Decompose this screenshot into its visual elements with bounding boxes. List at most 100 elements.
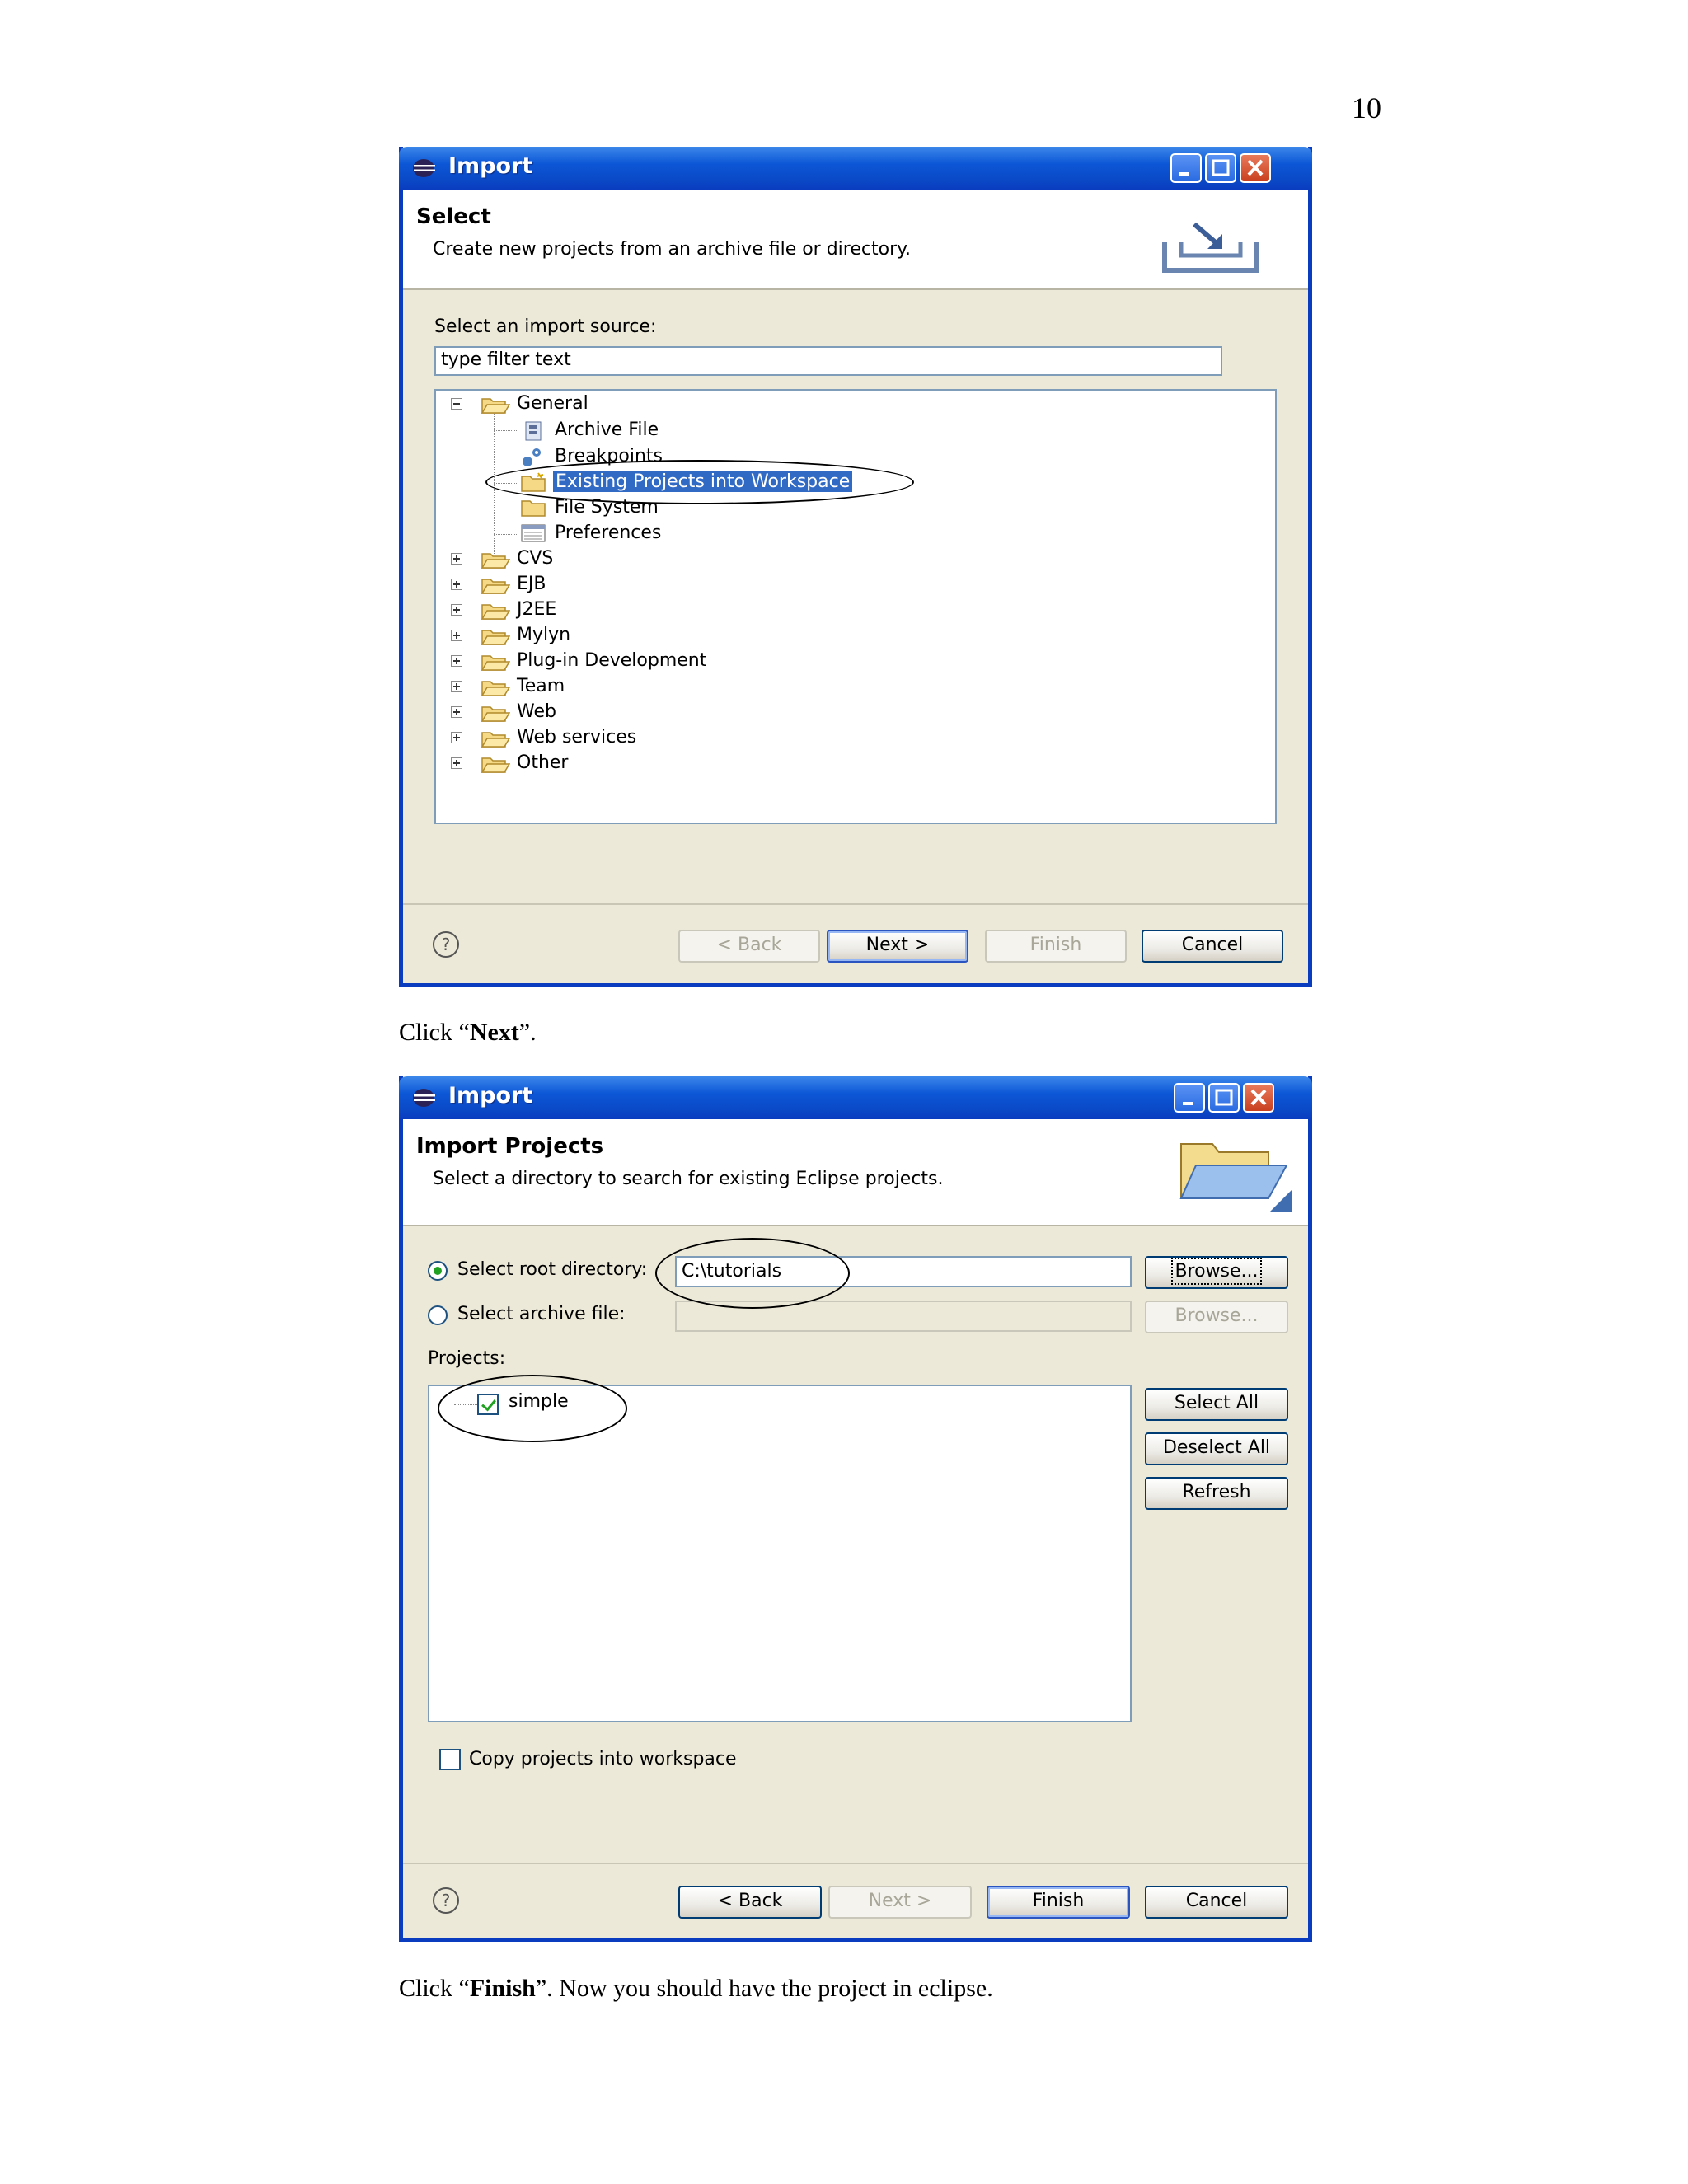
expand-icon[interactable]: [451, 706, 462, 718]
tree-item-label: Archive File: [555, 419, 659, 440]
window-title: Import: [448, 153, 533, 179]
root-directory-label: Select root directory:: [457, 1259, 648, 1280]
maximize-button[interactable]: [1208, 1083, 1240, 1113]
tree-item-label: Preferences: [555, 523, 662, 543]
folder-open-icon: [481, 579, 510, 594]
tree-item-label: EJB: [517, 574, 546, 594]
deselect-all-button[interactable]: Deselect All: [1145, 1432, 1288, 1465]
help-icon[interactable]: ?: [433, 931, 459, 958]
browse-directory-button[interactable]: Browse...: [1145, 1256, 1288, 1289]
back-button[interactable]: < Back: [678, 1886, 822, 1919]
caption-bold: Next: [469, 1019, 519, 1046]
refresh-button[interactable]: Refresh: [1145, 1477, 1288, 1510]
tree-item-label: J2EE: [517, 599, 557, 620]
expand-icon[interactable]: [451, 630, 462, 641]
close-button[interactable]: [1243, 1083, 1274, 1113]
folder-open-icon: [481, 630, 510, 645]
next-button[interactable]: Next >: [828, 1886, 972, 1919]
import-select-dialog: Import Select Create new projects from a…: [399, 147, 1312, 987]
next-label: Next >: [865, 935, 930, 955]
finish-label: Finish: [1029, 935, 1082, 955]
minimize-button[interactable]: [1170, 153, 1202, 183]
import-wizard-icon: [1162, 222, 1259, 273]
folder-open-icon: [481, 398, 510, 414]
collapse-icon[interactable]: [451, 398, 462, 410]
import-source-tree[interactable]: General Archive File Breakpoints Existin…: [434, 389, 1277, 824]
back-button[interactable]: < Back: [678, 930, 820, 963]
cancel-button[interactable]: Cancel: [1142, 930, 1283, 963]
root-directory-radio[interactable]: [428, 1261, 448, 1281]
preferences-icon: [521, 524, 546, 542]
maximize-button[interactable]: [1205, 153, 1236, 183]
help-icon[interactable]: ?: [433, 1887, 459, 1914]
next-button[interactable]: Next >: [827, 930, 968, 963]
browse-label: Browse...: [1171, 1258, 1262, 1285]
cancel-button[interactable]: Cancel: [1145, 1886, 1288, 1919]
expand-icon[interactable]: [451, 681, 462, 692]
wizard-title: Select: [416, 204, 491, 229]
highlight-ellipse: [485, 460, 914, 504]
archive-file-radio[interactable]: [428, 1305, 448, 1325]
expand-icon[interactable]: [451, 655, 462, 667]
eclipse-icon: [413, 1089, 435, 1107]
import-source-label: Select an import source:: [434, 316, 657, 337]
folder-icon: [521, 500, 546, 517]
highlight-ellipse: [655, 1238, 850, 1309]
title-bar[interactable]: Import: [399, 1076, 1312, 1119]
eclipse-icon: [413, 159, 435, 177]
cancel-label: Cancel: [1181, 935, 1244, 955]
tree-item-label: CVS: [517, 548, 554, 569]
expand-icon[interactable]: [451, 604, 462, 616]
browse-label: Browse...: [1175, 1305, 1259, 1326]
tree-item-label: Team: [517, 676, 565, 696]
folder-open-icon: [481, 553, 510, 569]
tree-item-label: General: [517, 393, 588, 414]
wizard-header: Select Create new projects from an archi…: [403, 190, 1308, 290]
projects-label: Projects:: [428, 1348, 506, 1369]
caption-text: ”.: [518, 1019, 537, 1046]
instruction-caption-2: Click “Finish”. Now you should have the …: [399, 1975, 993, 2003]
wizard-description: Select a directory to search for existin…: [433, 1169, 944, 1189]
expand-icon[interactable]: [451, 553, 462, 565]
select-all-button[interactable]: Select All: [1145, 1388, 1288, 1421]
finish-button[interactable]: Finish: [987, 1886, 1130, 1919]
caption-text: Click “: [399, 1975, 470, 2002]
archive-file-label: Select archive file:: [457, 1304, 626, 1324]
minimize-button[interactable]: [1174, 1083, 1205, 1113]
wizard-description: Create new projects from an archive file…: [433, 239, 911, 260]
folder-open-icon: [481, 681, 510, 696]
expand-icon[interactable]: [451, 732, 462, 743]
filter-input[interactable]: type filter text: [434, 346, 1222, 376]
caption-text: ”. Now you should have the project in ec…: [535, 1975, 993, 2002]
wizard-title: Import Projects: [416, 1134, 604, 1159]
tree-item-label: Other: [517, 752, 569, 773]
breakpoints-icon: [523, 448, 541, 466]
import-projects-dialog: Import Import Projects Select a director…: [399, 1076, 1312, 1942]
folder-open-icon: [481, 655, 510, 671]
expand-icon[interactable]: [451, 757, 462, 769]
window-title: Import: [448, 1083, 533, 1108]
page-number: 10: [1352, 91, 1381, 124]
select-all-label: Select All: [1174, 1393, 1259, 1413]
refresh-label: Refresh: [1182, 1482, 1251, 1502]
expand-icon[interactable]: [451, 579, 462, 590]
caption-text: Click “: [399, 1019, 470, 1046]
wizard-header: Import Projects Select a directory to se…: [403, 1119, 1308, 1226]
finish-button[interactable]: Finish: [985, 930, 1127, 963]
title-bar[interactable]: Import: [399, 147, 1312, 190]
copy-projects-checkbox[interactable]: [439, 1749, 461, 1770]
folder-open-icon: [481, 706, 510, 722]
copy-projects-label: Copy projects into workspace: [469, 1749, 737, 1769]
instruction-caption-1: Click “Next”.: [399, 1019, 537, 1047]
folder-open-icon: [481, 732, 510, 748]
browse-archive-button[interactable]: Browse...: [1145, 1301, 1288, 1333]
tree-item-label: Web services: [517, 727, 637, 748]
close-button[interactable]: [1240, 153, 1271, 183]
archive-file-icon: [525, 421, 542, 441]
open-folder-icon: [1179, 1143, 1292, 1212]
back-label: < Back: [716, 935, 782, 955]
cancel-label: Cancel: [1185, 1891, 1248, 1911]
folder-open-icon: [481, 604, 510, 620]
folder-open-icon: [481, 757, 510, 773]
highlight-ellipse: [438, 1375, 627, 1442]
